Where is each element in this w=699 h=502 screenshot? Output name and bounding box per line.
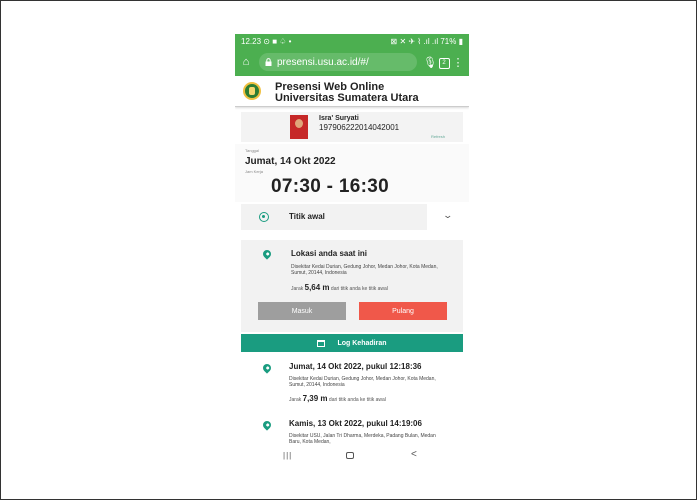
schedule-info: Tanggal Jumat, 14 Okt 2022 Jam Kerja 07:…	[235, 144, 469, 202]
page-title: Presensi Web Online Universitas Sumatera…	[275, 82, 419, 104]
user-name: Isra' Suryati	[319, 115, 359, 122]
status-bar: 12.23 ⊙ ■ ♤ • ⊠ ✕ ✈ ⌇ .ıl .ıl 71% ▮	[235, 34, 469, 48]
current-location-card: Lokasi anda saat ini Disekitar Kedai Dur…	[241, 240, 463, 332]
map-pin-icon	[261, 362, 273, 374]
log-entry-distance: Jarak 7,39 m dari titik anda ke titik aw…	[289, 394, 386, 403]
phone-screen: 12.23 ⊙ ■ ♤ • ⊠ ✕ ✈ ⌇ .ıl .ıl 71% ▮ ⌂ pr…	[235, 34, 469, 466]
home-icon[interactable]	[346, 452, 354, 459]
refresh-link[interactable]: Refresh	[431, 134, 445, 139]
log-entry-title: Kamis, 13 Okt 2022, pukul 14:19:06	[289, 419, 422, 428]
titik-awal-label: Titik awal	[289, 212, 325, 221]
status-left: 12.23 ⊙ ■ ♤ •	[241, 37, 291, 46]
log-entry-address: Disekitar Kedai Durian, Gedung Johor, Me…	[289, 376, 436, 388]
android-nav-bar: ||| <	[235, 446, 469, 466]
titik-awal-panel[interactable]: Titik awal	[241, 204, 427, 230]
pulang-button[interactable]: Pulang	[359, 302, 447, 320]
distance-prefix: Jarak	[291, 286, 304, 292]
notification-icons: ⊙ ■ ♤ •	[263, 36, 292, 46]
log-entry-address: Disekitar USU, Jalan Tri Dharma, Merdeka…	[289, 433, 436, 445]
tab-count: 2	[438, 58, 450, 69]
browser-address-bar: ⌂ presensi.usu.ac.id/#/ 🎙︎ 2 ⋮	[235, 48, 469, 76]
distance-suffix: dari titik anda ke titik awal	[328, 397, 386, 403]
current-date: Jumat, 14 Okt 2022	[245, 156, 336, 167]
back-icon[interactable]: <	[411, 449, 417, 460]
title-line-2: Universitas Sumatera Utara	[275, 92, 419, 104]
work-hours: 07:30 - 16:30	[271, 176, 389, 197]
hours-label: Jam Kerja	[245, 169, 264, 174]
log-title: Log Kehadiran	[337, 339, 387, 347]
distance-text: Jarak 5,64 m dari titik anda ke titik aw…	[291, 283, 388, 292]
recents-icon[interactable]: |||	[283, 451, 292, 460]
user-nip: 197906222014042001	[319, 123, 400, 132]
chevron-down-icon[interactable]: ⌄	[442, 210, 453, 221]
home-icon[interactable]: ⌂	[239, 56, 253, 68]
battery-icon: ▮	[458, 36, 463, 46]
lock-icon	[265, 58, 272, 66]
location-title: Lokasi anda saat ini	[291, 249, 368, 258]
distance-prefix: Jarak	[289, 397, 302, 403]
url-text: presensi.usu.ac.id/#/	[277, 56, 369, 68]
map-pin-icon	[261, 248, 273, 260]
masuk-button[interactable]: Masuk	[258, 302, 346, 320]
url-field[interactable]: presensi.usu.ac.id/#/	[259, 53, 417, 71]
map-pin-icon	[261, 419, 273, 431]
log-entry-title: Jumat, 14 Okt 2022, pukul 12:18:36	[289, 362, 422, 371]
calendar-icon	[317, 339, 326, 347]
date-label: Tanggal	[245, 148, 260, 153]
tab-switcher-button[interactable]: 2	[437, 55, 451, 69]
microphone-icon[interactable]: 🎙︎	[423, 56, 437, 69]
distance-value: 5,64 m	[304, 283, 330, 292]
avatar	[290, 115, 308, 139]
usu-logo	[243, 82, 261, 100]
profile-card: Isra' Suryati 197906222014042001 Refresh	[241, 112, 463, 142]
status-time: 12.23	[241, 36, 262, 46]
status-right: ⊠ ✕ ✈ ⌇ .ıl .ıl 71% ▮	[391, 37, 463, 46]
distance-suffix: dari titik anda ke titik awal	[330, 286, 388, 292]
location-address: Disekitar Kedai Durian, Gedung Johor, Me…	[291, 264, 438, 276]
battery-level: 71%	[440, 36, 457, 46]
log-kehadiran-header[interactable]: Log Kehadiran	[241, 334, 463, 352]
signal-icons: ⊠ ✕ ✈ ⌇ .ıl .ıl	[390, 36, 439, 46]
distance-value: 7,39 m	[302, 394, 328, 403]
app-header: Presensi Web Online Universitas Sumatera…	[235, 76, 469, 107]
location-target-icon	[259, 212, 269, 222]
more-menu-icon[interactable]: ⋮	[451, 56, 465, 69]
